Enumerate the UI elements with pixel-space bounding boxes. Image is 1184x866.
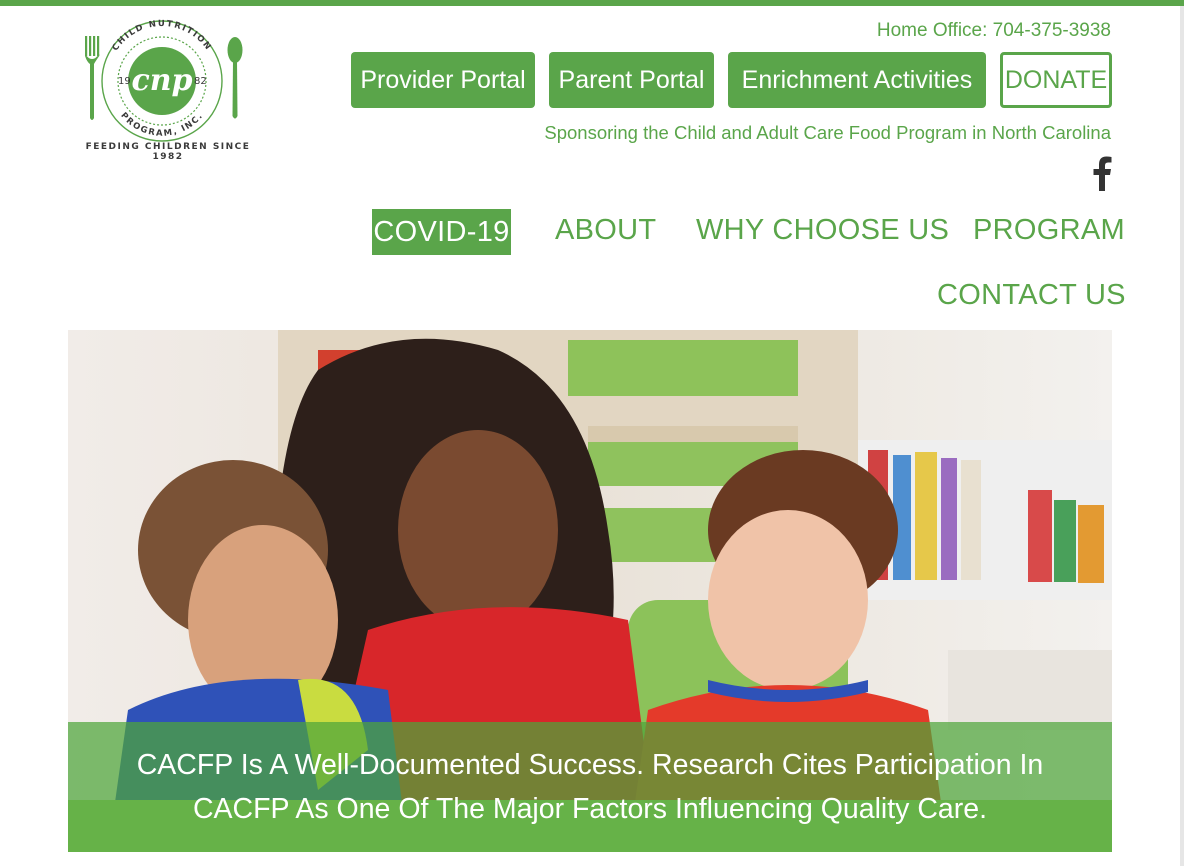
enrichment-activities-button[interactable]: Enrichment Activities	[728, 52, 986, 108]
hero-caption-text: CACFP Is A Well-Documented Success. Rese…	[136, 749, 1044, 825]
spoon-icon	[227, 37, 243, 119]
site-logo[interactable]: CHILD NUTRITION PROGRAM, INC. 19 82 cnp …	[72, 18, 264, 162]
scrollbar-track[interactable]	[1180, 6, 1184, 866]
facebook-icon[interactable]	[1092, 155, 1112, 191]
home-office-phone[interactable]: Home Office: 704-375-3938	[877, 20, 1111, 42]
logo-graphic: CHILD NUTRITION PROGRAM, INC. 19 82 cnp	[85, 19, 243, 142]
fork-icon	[85, 36, 100, 120]
nav-why-choose-us[interactable]: WHY CHOOSE US	[696, 214, 949, 247]
nav-about[interactable]: ABOUT	[555, 214, 656, 247]
logo-monogram: cnp	[131, 63, 192, 98]
top-accent-bar	[0, 0, 1184, 6]
nav-covid-19[interactable]: COVID-19	[372, 209, 511, 255]
logo-year-right: 82	[194, 76, 207, 87]
parent-portal-button[interactable]: Parent Portal	[549, 52, 714, 108]
provider-portal-button[interactable]: Provider Portal	[351, 52, 535, 108]
nav-contact-us[interactable]: CONTACT US	[937, 279, 1126, 312]
sponsor-tagline: Sponsoring the Child and Adult Care Food…	[544, 122, 1111, 143]
hero-banner: CACFP Is A Well-Documented Success. Rese…	[68, 330, 1112, 852]
logo-tagline: FEEDING CHILDREN SINCE 1982	[85, 142, 251, 162]
nav-program[interactable]: PROGRAM	[973, 214, 1125, 247]
donate-button[interactable]: DONATE	[1000, 52, 1112, 108]
portal-button-row: Provider Portal Parent Portal Enrichment…	[351, 52, 1112, 108]
logo-year-left: 19	[118, 76, 131, 87]
hero-caption-panel: CACFP Is A Well-Documented Success. Rese…	[68, 722, 1112, 852]
